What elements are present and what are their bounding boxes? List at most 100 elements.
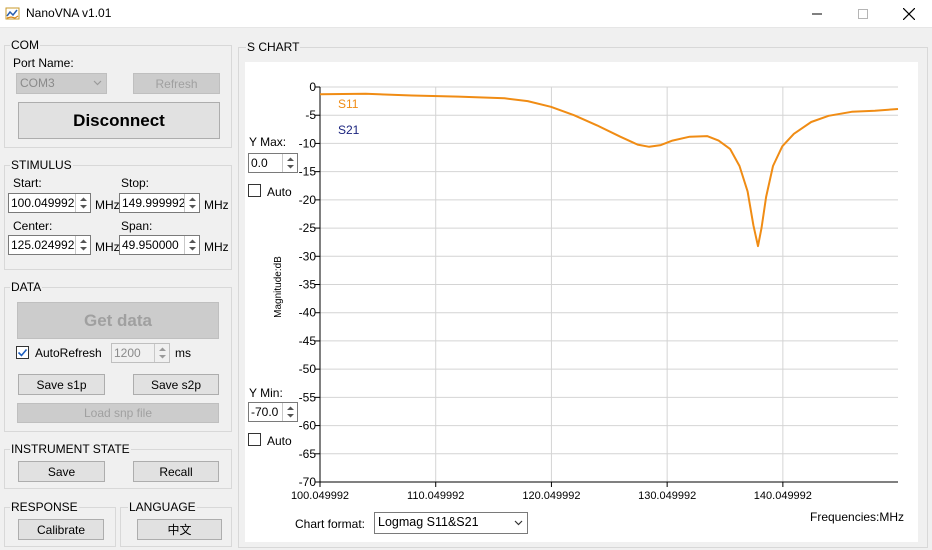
language-button[interactable]: 中文 (137, 519, 222, 540)
window-title: NanoVNA v1.01 (26, 6, 112, 20)
ymin-input[interactable]: -70.0 (248, 402, 298, 422)
autorefresh-label: AutoRefresh (35, 346, 102, 360)
minimize-button[interactable] (794, 0, 840, 28)
ymax-input[interactable]: 0.0 (248, 153, 298, 173)
spinner-arrows-icon (189, 239, 196, 251)
ymin-value: -70.0 (251, 405, 279, 419)
y-tick-label: -35 (299, 278, 317, 292)
span-value: 49.950000 (122, 238, 179, 252)
start-spinner[interactable] (75, 194, 90, 212)
interval-input[interactable]: 1200 (111, 343, 170, 363)
span-unit: MHz (204, 240, 229, 254)
start-value: 100.049992 (11, 196, 75, 210)
y-tick-label: -50 (299, 362, 317, 376)
center-value: 125.024992 (11, 238, 75, 252)
nanovna-app-icon (5, 7, 20, 20)
autorefresh-checkbox[interactable] (16, 346, 29, 359)
chart-format-value: Logmag S11&S21 (378, 515, 479, 529)
instrument-state-title: INSTRUMENT STATE (10, 442, 131, 456)
disconnect-button[interactable]: Disconnect (18, 102, 220, 139)
port-name-label: Port Name: (13, 56, 74, 70)
ymin-auto-checkbox[interactable] (248, 433, 261, 446)
response-group-title: RESPONSE (10, 500, 79, 514)
title-bar: NanoVNA v1.01 (0, 0, 932, 28)
close-button[interactable] (886, 0, 932, 28)
interval-spinner[interactable] (154, 344, 169, 362)
center-label: Center: (13, 219, 53, 233)
chart-format-label: Chart format: (295, 517, 366, 531)
save-s1p-button[interactable]: Save s1p (18, 374, 105, 395)
y-tick-label: -15 (299, 165, 317, 179)
com-group-title: COM (10, 38, 40, 52)
stop-value: 149.999992 (122, 196, 186, 210)
y-tick-label: -55 (299, 390, 317, 404)
ymin-label: Y Min: (249, 386, 283, 400)
save-s2p-button[interactable]: Save s2p (133, 374, 219, 395)
spinner-arrows-icon (80, 239, 87, 251)
spinner-arrows-icon (189, 197, 196, 209)
start-input[interactable]: 100.049992 (8, 193, 91, 213)
span-input[interactable]: 49.950000 (119, 235, 200, 255)
spinner-arrows-icon (80, 197, 87, 209)
legend-s11: S11 (338, 97, 359, 111)
y-tick-label: -30 (299, 249, 317, 263)
interval-unit: ms (175, 346, 191, 360)
legend-s21: S21 (338, 123, 360, 137)
y-tick-label: -10 (299, 136, 317, 150)
y-axis-label: Magnitude:dB (273, 256, 284, 318)
s-chart-group-title: S CHART (246, 40, 301, 54)
y-tick-label: -25 (299, 221, 317, 235)
ymax-spinner[interactable] (282, 154, 297, 172)
x-tick-label: 110.049992 (407, 490, 464, 502)
y-tick-label: -5 (305, 108, 316, 122)
y-tick-label: -65 (299, 447, 317, 461)
ymax-value: 0.0 (251, 156, 268, 170)
ymin-auto-label: Auto (267, 434, 292, 448)
stop-input[interactable]: 149.999992 (119, 193, 200, 213)
y-tick-label: -70 (299, 475, 317, 489)
interval-value: 1200 (114, 346, 141, 360)
center-unit: MHz (95, 240, 120, 254)
ymax-label: Y Max: (249, 135, 287, 149)
get-data-button[interactable]: Get data (17, 302, 219, 339)
chevron-down-icon (514, 520, 523, 526)
series-line-s11 (319, 92, 899, 248)
checkmark-icon (17, 348, 28, 357)
minimize-icon (812, 13, 822, 15)
center-spinner[interactable] (75, 236, 90, 254)
span-label: Span: (121, 219, 153, 233)
calibrate-button[interactable]: Calibrate (18, 519, 104, 540)
start-label: Start: (13, 176, 42, 190)
port-select[interactable]: COM3 (16, 73, 107, 94)
port-select-value: COM3 (20, 76, 55, 90)
center-input[interactable]: 125.024992 (8, 235, 91, 255)
ymax-auto-checkbox[interactable] (248, 184, 261, 197)
stop-spinner[interactable] (184, 194, 199, 212)
span-spinner[interactable] (184, 236, 199, 254)
maximize-button[interactable] (840, 0, 886, 28)
spinner-arrows-icon (159, 347, 166, 359)
x-tick-label: 120.049992 (522, 490, 580, 502)
refresh-button[interactable]: Refresh (133, 73, 220, 94)
maximize-icon (858, 9, 868, 19)
state-save-button[interactable]: Save (18, 461, 105, 482)
chart-format-select[interactable]: Logmag S11&S21 (374, 512, 528, 534)
y-tick-label: 0 (309, 80, 316, 94)
ymax-auto-label: Auto (267, 185, 292, 199)
chevron-down-icon (93, 80, 102, 86)
stop-label: Stop: (121, 176, 150, 190)
spinner-arrows-icon (287, 406, 294, 418)
close-icon (903, 8, 915, 20)
y-tick-label: -45 (299, 334, 317, 348)
frequency-units-label: Frequencies:MHz (810, 510, 905, 524)
spinner-arrows-icon (287, 157, 294, 169)
state-recall-button[interactable]: Recall (133, 461, 219, 482)
start-unit: MHz (95, 198, 120, 212)
load-snp-button[interactable]: Load snp file (17, 403, 219, 423)
stop-unit: MHz (204, 198, 229, 212)
x-tick-label: 130.049992 (638, 490, 696, 502)
y-tick-label: -60 (299, 419, 317, 433)
y-tick-label: -40 (299, 306, 317, 320)
y-tick-label: -20 (299, 193, 317, 207)
ymin-spinner[interactable] (282, 403, 297, 421)
